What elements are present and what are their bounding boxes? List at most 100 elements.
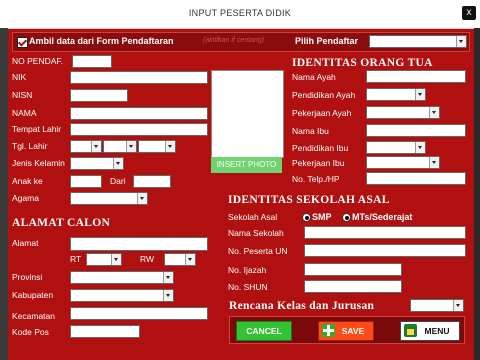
kabupaten-label: Kabupaten	[12, 290, 54, 300]
identitas-orang-tua-title: IDENTITAS ORANG TUA	[292, 57, 433, 69]
chevron-down-icon	[456, 36, 466, 47]
chevron-down-icon	[163, 290, 173, 301]
kabupaten-dropdown[interactable]	[70, 289, 174, 302]
nisn-label: NISN	[12, 90, 33, 100]
jenis-kelamin-dropdown[interactable]	[70, 157, 124, 170]
chevron-down-icon	[165, 141, 175, 152]
no-ijazah-label: No. Ijazah	[228, 265, 267, 275]
pendidikan-ibu-label: Pendidikan Ibu	[292, 143, 349, 153]
dari-label: Dari	[110, 176, 126, 186]
kecamatan-input[interactable]	[70, 307, 208, 320]
tempat-lahir-label: Tempat Lahir	[12, 124, 62, 134]
tgl-day-dropdown[interactable]	[70, 140, 102, 153]
pendidikan-ayah-dropdown[interactable]	[366, 88, 426, 101]
nik-label: NIK	[12, 72, 27, 82]
nisn-input[interactable]	[70, 89, 128, 102]
chevron-down-icon	[415, 89, 425, 100]
nama-label: NAMA	[12, 108, 37, 118]
tgl-lahir-label: Tgl. Lahir	[12, 141, 48, 151]
sekolah-asal-label: Sekolah Asal	[228, 212, 278, 222]
insert-photo-button[interactable]: INSERT PHOTO	[211, 157, 282, 173]
anak-ke-input[interactable]	[70, 175, 102, 188]
no-peserta-un-label: No. Peserta UN	[228, 246, 288, 256]
pekerjaan-ibu-dropdown[interactable]	[366, 156, 440, 169]
pendaftar-header: Ambil data dari Form Pendaftaran (aktifk…	[12, 32, 470, 52]
alamat-label: Alamat	[12, 238, 39, 248]
chevron-down-icon	[453, 300, 463, 311]
pekerjaan-ayah-dropdown[interactable]	[366, 106, 440, 119]
input-peserta-window: INPUT PESERTA DIDIK x Ambil data dari Fo…	[0, 0, 480, 360]
chevron-down-icon	[91, 141, 101, 152]
save-label: SAVE	[341, 326, 365, 336]
pekerjaan-ayah-label: Pekerjaan Ayah	[292, 108, 352, 118]
chevron-down-icon	[137, 193, 147, 204]
alamat-input[interactable]	[70, 237, 208, 251]
alamat-calon-title: ALAMAT CALON	[12, 217, 111, 229]
close-button[interactable]: x	[462, 6, 476, 20]
left-border	[0, 28, 8, 360]
rw-label: RW	[140, 254, 155, 264]
no-shun-input[interactable]	[304, 280, 402, 293]
cancel-button[interactable]: CANCEL	[236, 321, 292, 341]
rencana-kelas-dropdown[interactable]	[410, 299, 464, 312]
identitas-sekolah-asal-title: IDENTITAS SEKOLAH ASAL	[228, 194, 390, 206]
anak-ke-label: Anak ke	[12, 176, 43, 186]
nik-input[interactable]	[70, 71, 208, 84]
nama-ibu-input[interactable]	[366, 124, 466, 137]
no-pendaf-label: NO PENDAF.	[12, 56, 64, 66]
tempat-lahir-input[interactable]	[70, 123, 208, 136]
home-icon	[404, 324, 417, 337]
chevron-down-icon	[415, 142, 425, 153]
nama-sekolah-input[interactable]	[304, 226, 466, 239]
action-button-bar: CANCEL SAVE MENU	[229, 316, 465, 344]
kode-pos-input[interactable]	[70, 325, 140, 338]
ambil-data-label: Ambil data dari Form Pendaftaran	[29, 36, 174, 46]
rencana-kelas-title: Rencana Kelas dan Jurusan	[229, 300, 375, 312]
telp-input[interactable]	[366, 172, 466, 185]
nama-ayah-input[interactable]	[366, 70, 466, 83]
rt-label: RT	[70, 254, 82, 264]
mts-radio[interactable]	[342, 213, 351, 222]
pilih-pendaftar-label: Pilih Pendaftar	[295, 36, 359, 46]
provinsi-dropdown[interactable]	[70, 271, 174, 284]
tgl-year-dropdown[interactable]	[138, 140, 176, 153]
jenis-kelamin-label: Jenis Kelamin	[12, 158, 65, 168]
mts-label: MTs/Sederajat	[352, 212, 413, 222]
menu-button[interactable]: MENU	[400, 321, 460, 341]
no-pendaf-input[interactable]	[72, 55, 112, 68]
chevron-down-icon	[126, 141, 136, 152]
no-peserta-un-input[interactable]	[304, 244, 466, 257]
chevron-down-icon	[429, 157, 439, 168]
no-shun-label: No. SHUN	[228, 282, 268, 292]
photo-frame	[211, 70, 284, 158]
no-ijazah-input[interactable]	[304, 263, 402, 276]
ambil-data-checkbox[interactable]	[17, 37, 28, 48]
dari-input[interactable]	[133, 175, 171, 188]
smp-label: SMP	[312, 212, 332, 222]
kecamatan-label: Kecamatan	[12, 311, 55, 321]
pendidikan-ayah-label: Pendidikan Ayah	[292, 90, 356, 100]
title-bar: INPUT PESERTA DIDIK x	[0, 0, 480, 29]
telp-label: No. Telp./HP	[292, 174, 340, 184]
tgl-month-dropdown[interactable]	[103, 140, 137, 153]
faded-hint: (aktifkan if centang)	[203, 37, 265, 44]
nama-input[interactable]	[70, 107, 208, 120]
nama-ibu-label: Nama Ibu	[292, 126, 329, 136]
menu-label: MENU	[424, 326, 450, 336]
chevron-down-icon	[111, 254, 121, 265]
rw-dropdown[interactable]	[164, 253, 196, 266]
chevron-down-icon	[185, 254, 195, 265]
agama-label: Agama	[12, 193, 39, 203]
smp-radio[interactable]	[302, 213, 311, 222]
nama-ayah-label: Nama Ayah	[292, 72, 336, 82]
kode-pos-label: Kode Pos	[12, 327, 49, 337]
pilih-pendaftar-dropdown[interactable]	[369, 35, 467, 48]
save-button[interactable]: SAVE	[318, 321, 374, 341]
chevron-down-icon	[113, 158, 123, 169]
right-border	[474, 28, 480, 360]
pendidikan-ibu-dropdown[interactable]	[366, 141, 426, 154]
rt-dropdown[interactable]	[86, 253, 122, 266]
agama-dropdown[interactable]	[70, 192, 148, 205]
plus-icon	[322, 324, 335, 337]
chevron-down-icon	[163, 272, 173, 283]
